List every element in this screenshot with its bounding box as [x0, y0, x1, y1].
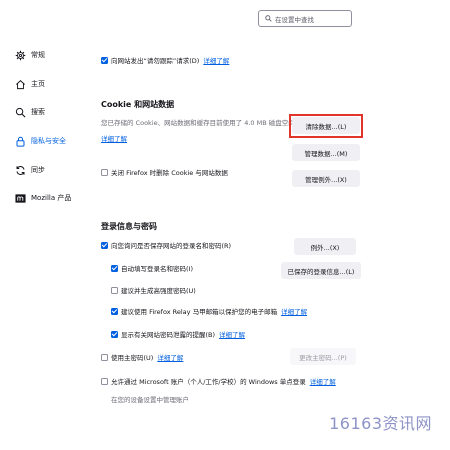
delete-cookies-row: 关闭 Firefox 时删除 Cookie 与网站数据	[101, 167, 228, 177]
watermark: 16163资讯网	[329, 414, 432, 433]
search-input[interactable]: 在设置中查找	[258, 10, 352, 27]
sidebar-item-sync[interactable]: 同步	[15, 163, 45, 177]
lock-icon	[15, 136, 26, 147]
cookies-learn-more-link[interactable]: 详细了解	[101, 133, 127, 143]
primary-password-row: 使用主密码(U) 详细了解	[101, 352, 183, 362]
manage-data-button[interactable]: 管理数据...(M)	[292, 144, 360, 161]
delete-cookies-label: 关闭 Firefox 时删除 Cookie 与网站数据	[111, 169, 228, 177]
autofill-row: 自动填写登录名和密码(I)	[111, 263, 193, 273]
dnt-learn-more-link[interactable]: 详细了解	[203, 55, 229, 65]
breach-alerts-row: 显示有关网站密码泄露的提醒(B) 详细了解	[111, 329, 245, 339]
windows-sso-note: 在您的设备设置中管理账户	[111, 396, 189, 404]
dnt-checkbox[interactable]	[101, 56, 108, 64]
saved-logins-button[interactable]: 已保存的登录信息...(L)	[281, 262, 361, 279]
sidebar-item-privacy[interactable]: 隐私与安全	[15, 134, 66, 148]
manage-exceptions-button[interactable]: 管理例外...(X)	[292, 170, 360, 187]
change-primary-password-button[interactable]: 更改主密码...(P)	[290, 348, 356, 365]
dnt-label: 向网站发出“请勿跟踪”请求(D)	[111, 57, 200, 65]
autofill-label: 自动填写登录名和密码(I)	[121, 265, 193, 273]
sync-icon	[15, 165, 26, 176]
suggest-strong-row: 建议并生成高强度密码(U)	[111, 285, 196, 295]
suggest-strong-label: 建议并生成高强度密码(U)	[121, 287, 196, 295]
sidebar-item-general[interactable]: 常规	[15, 48, 45, 62]
logins-section-title: 登录信息与密码	[101, 222, 157, 231]
mozilla-icon	[15, 193, 26, 204]
search-placeholder: 在设置中查找	[275, 15, 314, 24]
windows-sso-label: 允许通过 Microsoft 账户（个人/工作/学校）的 Windows 单点登…	[111, 378, 306, 386]
relay-checkbox[interactable]	[111, 307, 118, 315]
breach-alerts-learn-more-link[interactable]: 详细了解	[219, 329, 245, 339]
search-icon	[15, 107, 26, 118]
sidebar-item-label: 隐私与安全	[31, 137, 66, 145]
ask-save-label: 向您询问是否保存网站的登录名和密码(R)	[111, 242, 232, 250]
gear-icon	[15, 50, 26, 61]
relay-row: 建议使用 Firefox Relay 马甲邮箱以保护您的电子邮箱 详细了解	[111, 306, 307, 316]
relay-label: 建议使用 Firefox Relay 马甲邮箱以保护您的电子邮箱	[121, 308, 278, 316]
primary-password-checkbox[interactable]	[101, 353, 108, 361]
primary-password-label: 使用主密码(U)	[111, 354, 154, 362]
breach-alerts-checkbox[interactable]	[111, 330, 118, 338]
sidebar-item-home[interactable]: 主页	[15, 77, 45, 91]
sidebar-item-label: 常规	[31, 51, 45, 59]
login-exceptions-button[interactable]: 例外...(X)	[294, 238, 356, 255]
windows-sso-checkbox[interactable]	[101, 377, 108, 385]
home-icon	[15, 79, 26, 90]
sidebar-item-label: 搜索	[31, 108, 45, 116]
cookies-section-title: Cookie 和网站数据	[101, 100, 175, 109]
sidebar-item-mozilla[interactable]: Mozilla 产品	[15, 191, 71, 205]
ask-save-row: 向您询问是否保存网站的登录名和密码(R)	[101, 240, 231, 250]
sidebar-item-label: 同步	[31, 166, 45, 174]
sidebar-item-search[interactable]: 搜索	[15, 105, 45, 119]
primary-password-learn-more-link[interactable]: 详细了解	[157, 352, 183, 362]
relay-learn-more-link[interactable]: 详细了解	[281, 306, 307, 316]
search-icon	[265, 15, 272, 22]
suggest-strong-checkbox[interactable]	[111, 286, 118, 294]
sidebar-item-label: 主页	[31, 80, 45, 88]
windows-sso-row: 允许通过 Microsoft 账户（个人/工作/学校）的 Windows 单点登…	[101, 376, 336, 386]
highlight-box	[289, 114, 363, 138]
autofill-checkbox[interactable]	[111, 264, 118, 272]
windows-sso-learn-more-link[interactable]: 详细了解	[310, 376, 336, 386]
dnt-row: 向网站发出“请勿跟踪”请求(D) 详细了解	[101, 55, 229, 65]
breach-alerts-label: 显示有关网站密码泄露的提醒(B)	[121, 331, 216, 339]
cookies-description: 您已存储的 Cookie、网站数据和缓存目前使用了 4.0 MB 磁盘空间。	[101, 119, 302, 127]
delete-cookies-checkbox[interactable]	[101, 168, 108, 176]
ask-save-checkbox[interactable]	[101, 241, 108, 249]
sidebar-item-label: Mozilla 产品	[31, 194, 72, 202]
